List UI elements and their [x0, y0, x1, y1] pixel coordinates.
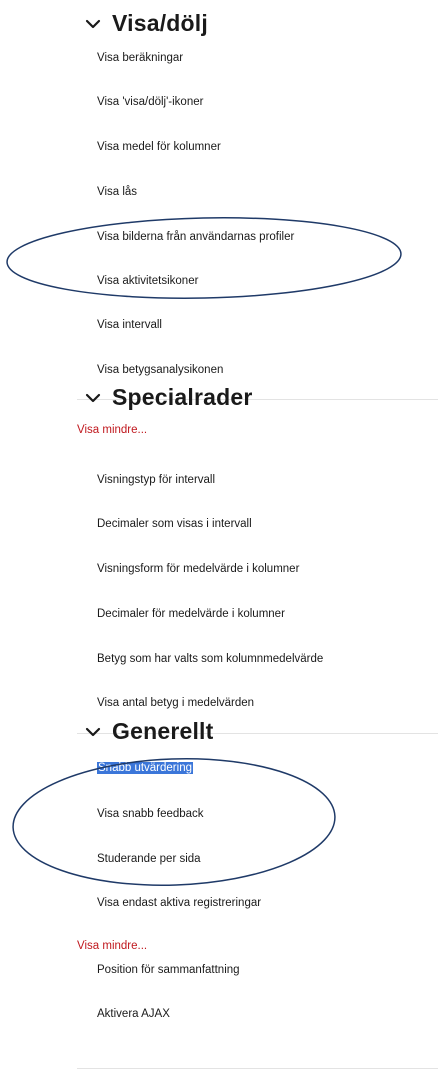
- section-title: Specialrader: [112, 384, 253, 410]
- section-divider: [77, 1068, 438, 1069]
- chevron-down-icon: [85, 393, 101, 402]
- section-title: Visa/dölj: [112, 10, 208, 36]
- setting-show-calculations[interactable]: Visa beräkningar: [97, 52, 183, 64]
- setting-show-grade-count[interactable]: Visa antal betyg i medelvärden: [97, 697, 254, 709]
- setting-show-hide-icons[interactable]: Visa 'visa/dölj'-ikoner: [97, 96, 203, 108]
- section-title: Generellt: [112, 718, 214, 744]
- section-header-generellt[interactable]: Generellt: [82, 718, 214, 745]
- setting-show-active-enrolments[interactable]: Visa endast aktiva registreringar: [97, 897, 261, 909]
- chevron-down-icon: [85, 19, 101, 28]
- annotation-ellipses: [6, 217, 402, 886]
- setting-range-display-type[interactable]: Visningstyp för intervall: [97, 474, 215, 486]
- annotation-ellipse-profile-pictures: [6, 217, 402, 299]
- section-header-visa-dolj[interactable]: Visa/dölj: [82, 10, 208, 37]
- setting-show-grade-analysis-icon[interactable]: Visa betygsanalysikonen: [97, 364, 223, 376]
- show-less-link[interactable]: Visa mindre...: [77, 940, 147, 952]
- chevron-down-icon: [85, 727, 101, 736]
- setting-show-ranges[interactable]: Visa intervall: [97, 319, 162, 331]
- setting-show-activity-icons[interactable]: Visa aktivitetsikoner: [97, 275, 198, 287]
- section-header-specialrader[interactable]: Specialrader: [82, 384, 252, 411]
- setting-column-mean-grades[interactable]: Betyg som har valts som kolumnmedelvärde: [97, 653, 323, 665]
- show-less-link[interactable]: Visa mindre...: [77, 424, 147, 436]
- setting-show-locks[interactable]: Visa lås: [97, 186, 137, 198]
- setting-column-mean-display[interactable]: Visningsform för medelvärde i kolumner: [97, 563, 299, 575]
- setting-column-mean-decimals[interactable]: Decimaler för medelvärde i kolumner: [97, 608, 285, 620]
- setting-enable-ajax[interactable]: Aktivera AJAX: [97, 1008, 170, 1020]
- setting-summary-position[interactable]: Position för sammanfattning: [97, 964, 240, 976]
- setting-range-decimals[interactable]: Decimaler som visas i intervall: [97, 518, 252, 530]
- setting-quick-grading[interactable]: Snabb utvärdering: [97, 762, 193, 774]
- setting-show-column-means[interactable]: Visa medel för kolumner: [97, 141, 221, 153]
- setting-students-per-page[interactable]: Studerande per sida: [97, 853, 201, 865]
- setting-show-quick-feedback[interactable]: Visa snabb feedback: [97, 808, 204, 820]
- setting-show-profile-pictures[interactable]: Visa bilderna från användarnas profiler: [97, 231, 294, 243]
